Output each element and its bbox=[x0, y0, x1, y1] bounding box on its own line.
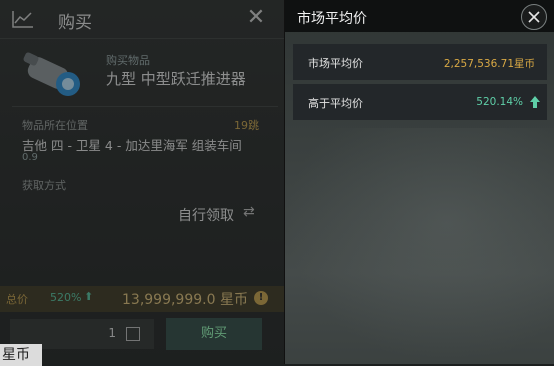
acquire-method[interactable]: 自行领取 bbox=[178, 205, 234, 225]
swap-icon[interactable]: ⇄ bbox=[243, 204, 255, 220]
acquire-label: 获取方式 bbox=[22, 179, 66, 192]
market-panel-title: 市场平均价 bbox=[297, 11, 367, 27]
location-label: 物品所在位置 bbox=[22, 119, 88, 132]
arrow-up-icon: ⬆ bbox=[84, 290, 94, 303]
corner-currency-label: 星币 bbox=[0, 344, 42, 366]
above-average-row: 高于平均价 520.14% bbox=[293, 84, 547, 120]
market-price-panel: 市场平均价 市场平均价 2,257,536.71星币 高于平均价 520.14% bbox=[284, 0, 554, 364]
location-value[interactable]: 吉他 四 - 卫星 4 - 加达里海军 组装车间 bbox=[22, 135, 242, 154]
total-label: 总价 bbox=[6, 293, 28, 306]
warning-icon[interactable]: ! bbox=[254, 291, 268, 305]
total-percent: 520% bbox=[50, 291, 82, 304]
arrow-up-icon bbox=[530, 96, 540, 108]
close-icon[interactable] bbox=[521, 4, 547, 30]
above-average-value: 520.14% bbox=[476, 96, 523, 108]
buy-button[interactable]: 购买 bbox=[166, 318, 262, 350]
security-status: 0.9 bbox=[22, 152, 38, 163]
buy-panel-header: 购买 ✕ bbox=[0, 0, 284, 39]
chart-icon[interactable] bbox=[12, 10, 34, 28]
market-panel-header: 市场平均价 bbox=[285, 0, 554, 32]
buy-panel-title: 购买 bbox=[58, 13, 92, 33]
market-average-value: 2,257,536.71星币 bbox=[443, 58, 535, 70]
item-label: 购买物品 bbox=[106, 54, 150, 67]
buy-panel: 购买 ✕ 购买物品 九型 中型跃迁推进器 物品所在位置 19跳 吉他 四 - 卫… bbox=[0, 0, 284, 364]
panel-background-sheen bbox=[285, 128, 554, 364]
quantity-value: 1 bbox=[108, 326, 116, 340]
market-average-label: 市场平均价 bbox=[308, 57, 363, 70]
item-summary: 购买物品 九型 中型跃迁推进器 bbox=[12, 42, 278, 107]
item-name: 九型 中型跃迁推进器 bbox=[106, 70, 246, 88]
calculator-icon[interactable] bbox=[126, 327, 140, 341]
jumps-count: 19跳 bbox=[234, 119, 259, 132]
above-average-label: 高于平均价 bbox=[308, 97, 363, 110]
total-value: 13,999,999.0 星币 bbox=[122, 292, 248, 308]
market-average-row: 市场平均价 2,257,536.71星币 bbox=[293, 44, 547, 80]
buy-panel-close-icon[interactable]: ✕ bbox=[245, 7, 267, 29]
total-price-bar: 总价 520% ⬆ 13,999,999.0 星币 ! bbox=[0, 286, 284, 312]
item-thruster-image bbox=[23, 52, 80, 96]
